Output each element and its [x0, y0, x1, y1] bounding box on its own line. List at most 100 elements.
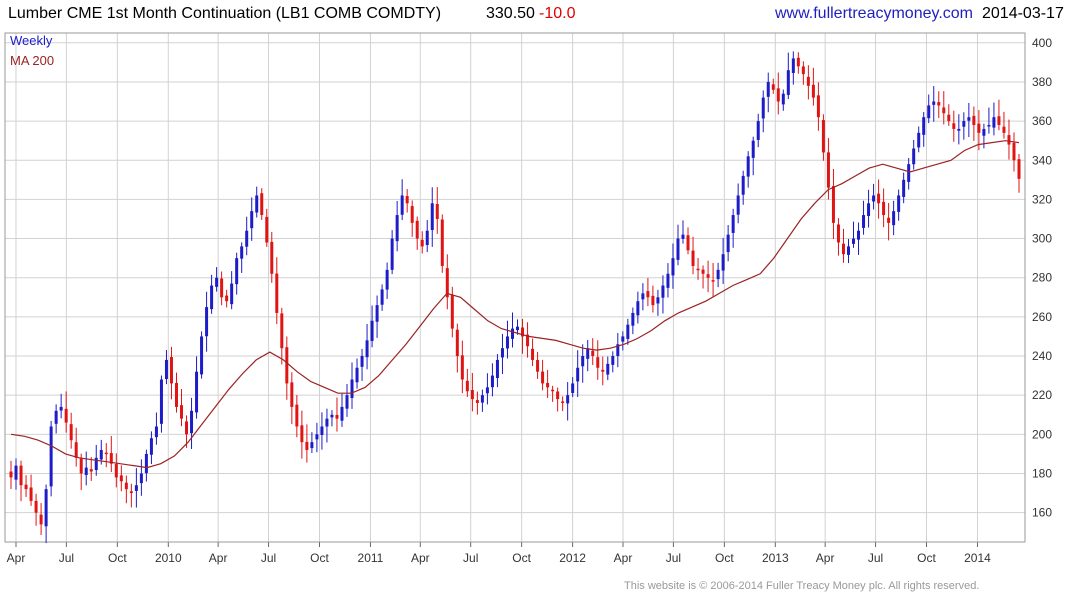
bar-body [69, 424, 73, 441]
weekly-bar [245, 216, 249, 256]
bar-body [771, 84, 775, 90]
bar-body [9, 471, 13, 478]
bar-body [99, 449, 103, 460]
bar-body [235, 258, 239, 285]
bar-body [761, 97, 765, 119]
bar-body [566, 395, 570, 404]
bar-body [857, 230, 861, 240]
weekly-bar [295, 395, 299, 438]
x-tick-label: Jul [59, 551, 74, 565]
bar-body [741, 175, 745, 195]
x-tick-label: 2014 [964, 551, 991, 565]
x-tick-label: 2012 [559, 551, 586, 565]
weekly-bar [937, 91, 941, 119]
weekly-bar [932, 86, 936, 122]
bar-body [84, 467, 88, 476]
bar-body [465, 380, 469, 392]
bar-body [420, 239, 424, 247]
weekly-bar [651, 285, 655, 313]
weekly-bar [149, 431, 153, 465]
bar-body [751, 140, 755, 158]
bar-body [686, 235, 690, 251]
weekly-bar [701, 265, 705, 289]
x-tick-label: Jul [868, 551, 883, 565]
bar-body [1017, 159, 1021, 179]
bar-body [586, 348, 590, 359]
bar-body [716, 269, 720, 280]
x-tick-label: 2013 [762, 551, 789, 565]
bar-body [89, 469, 93, 472]
weekly-bar [912, 139, 916, 170]
bar-body [957, 128, 961, 131]
bar-body [185, 421, 189, 435]
bar-body [124, 482, 128, 490]
weekly-bar [927, 94, 931, 124]
bar-body [310, 442, 314, 449]
weekly-bar [104, 443, 108, 468]
weekly-bar [290, 372, 294, 425]
bar-body [325, 418, 329, 427]
bar-body [806, 76, 810, 86]
bar-body [79, 458, 83, 474]
bar-body [169, 357, 173, 384]
bar-body [174, 382, 178, 407]
weekly-bar [220, 271, 224, 306]
weekly-bar [255, 186, 259, 218]
weekly-bar [64, 391, 68, 433]
bar-body [114, 464, 118, 478]
weekly-bar [806, 65, 810, 100]
bar-body [541, 371, 545, 384]
weekly-bar [681, 220, 685, 244]
bar-body [350, 379, 354, 398]
weekly-bar [596, 340, 600, 380]
weekly-bar [435, 187, 439, 234]
bar-body [992, 117, 996, 128]
x-tick-label: Oct [310, 551, 329, 565]
weekly-bar [370, 305, 374, 348]
y-tick-label: 260 [1032, 310, 1052, 324]
bar-body [621, 336, 625, 342]
bar-body [400, 195, 404, 215]
weekly-bar [766, 72, 770, 113]
y-tick-label: 320 [1032, 192, 1052, 206]
price-change: -10.0 [539, 5, 576, 22]
bar-body [405, 196, 409, 204]
bar-body [200, 336, 204, 375]
bar-body [390, 238, 394, 270]
bar-body [982, 128, 986, 136]
weekly-bar [696, 258, 700, 280]
weekly-bar [631, 307, 635, 335]
bar-body [365, 340, 369, 358]
x-tick-label: Apr [411, 551, 430, 565]
weekly-bar [24, 475, 28, 497]
bar-body [516, 326, 520, 331]
weekly-bar [541, 359, 545, 391]
weekly-bar [300, 410, 304, 459]
weekly-bar [771, 78, 775, 94]
bar-body [250, 211, 254, 229]
weekly-bar [270, 231, 274, 283]
bar-body [265, 216, 269, 243]
bar-body [385, 269, 389, 290]
bar-body [440, 219, 444, 266]
y-tick-label: 360 [1032, 114, 1052, 128]
weekly-bar [952, 110, 956, 142]
bar-body [480, 395, 484, 403]
weekly-bar [836, 218, 840, 256]
legend-weekly: Weekly [10, 33, 53, 48]
weekly-bar [59, 393, 63, 419]
bar-body [902, 179, 906, 197]
bar-body [977, 123, 981, 133]
weekly-bar [947, 104, 951, 126]
bar-body [49, 426, 53, 487]
weekly-bar [109, 436, 113, 473]
x-tick-label: Apr [209, 551, 228, 565]
bar-body [666, 273, 670, 288]
bar-body [776, 88, 780, 102]
bar-body [19, 465, 23, 486]
weekly-bar [576, 350, 580, 397]
weekly-bar [405, 189, 409, 213]
website-link[interactable]: www.fullertreacymoney.com [775, 5, 973, 23]
x-tick-label: Apr [7, 551, 26, 565]
weekly-bar [119, 465, 123, 492]
